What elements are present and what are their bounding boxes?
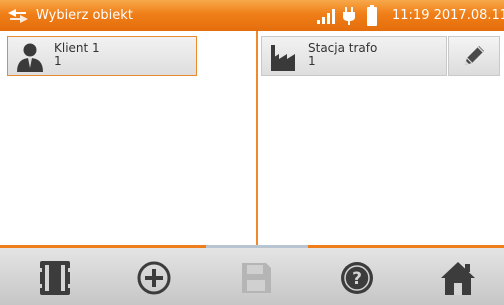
client-item[interactable]: Klient 1 1 (7, 36, 197, 76)
clock: 11:19 2017.08.11 (392, 8, 504, 23)
add-icon[interactable] (134, 258, 174, 298)
client-number: 1 (54, 54, 62, 68)
date: 2017.08.11 (433, 8, 504, 23)
page-title: Wybierz obiekt (36, 8, 133, 23)
help-icon[interactable]: ? (337, 258, 377, 298)
signal-icon (317, 9, 335, 24)
pencil-icon (465, 46, 484, 65)
memory-icon[interactable] (35, 258, 75, 298)
power-plug-icon (343, 7, 355, 25)
person-icon (17, 43, 43, 72)
factory-icon (271, 45, 295, 71)
object-name: Stacja trafo (308, 41, 378, 55)
edit-button[interactable] (448, 36, 500, 76)
object-number: 1 (308, 54, 316, 68)
back-arrows-icon[interactable] (6, 8, 30, 24)
object-item[interactable]: Stacja trafo 1 (261, 36, 447, 76)
title-bar: Wybierz obiekt 11:19 2017.08.11 (0, 0, 504, 31)
battery-icon (367, 5, 377, 26)
time: 11:19 (392, 8, 430, 23)
home-icon[interactable] (438, 258, 478, 298)
svg-text:?: ? (352, 269, 362, 289)
save-icon[interactable] (236, 258, 276, 298)
client-name: Klient 1 (54, 41, 100, 55)
